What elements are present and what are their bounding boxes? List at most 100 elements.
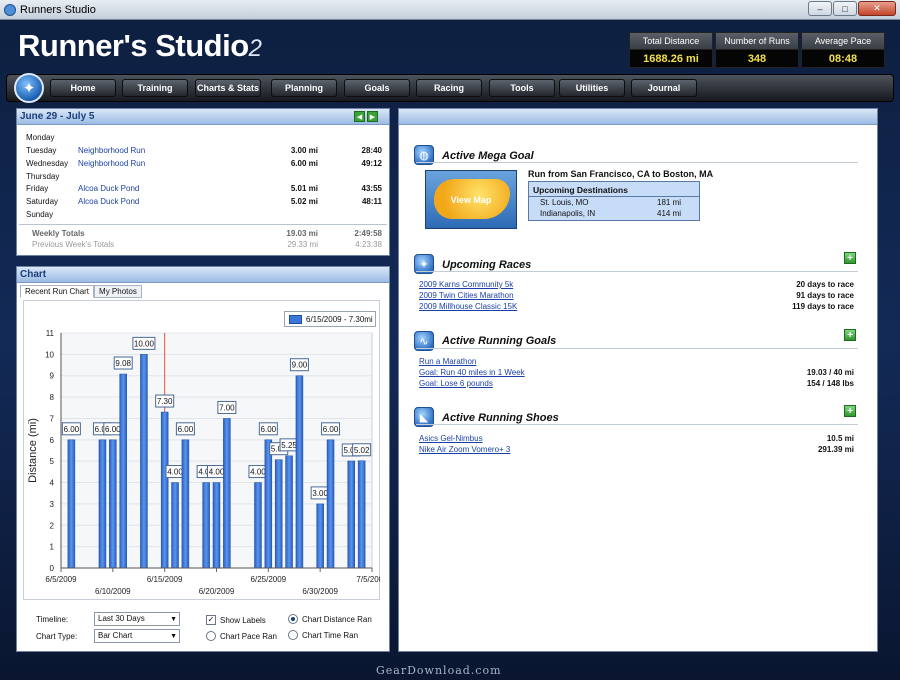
run-time: 43:55 (361, 184, 382, 193)
chart-pace-label: Chart Pace Ran (220, 632, 277, 641)
data-label: 6.00 (178, 425, 194, 434)
bar (119, 373, 127, 569)
destinations-divider (529, 196, 699, 197)
bar (171, 482, 179, 569)
goal-link[interactable]: Run a Marathon (419, 357, 476, 366)
data-label: 6.00 (64, 425, 80, 434)
x-tick-label: 6/30/2009 (302, 587, 338, 596)
data-label: 7.30 (157, 397, 173, 406)
add-race-button[interactable]: + (844, 252, 856, 264)
window-titlebar: Runners Studio – □ ✕ (0, 0, 900, 20)
x-tick-label: 6/5/2009 (45, 575, 77, 584)
y-tick-label: 5 (50, 457, 55, 466)
next-week-arrow-icon[interactable]: ▶ (367, 111, 378, 122)
nav-home[interactable]: Home (50, 79, 116, 97)
data-label: 9.00 (292, 361, 308, 370)
chart-tabs: Recent Run Chart My Photos (20, 285, 142, 298)
run-distance: 5.01 mi (290, 184, 318, 193)
destinations-title: Upcoming Destinations (533, 185, 628, 195)
shoe-link[interactable]: Asics Gel-Nimbus (419, 434, 483, 443)
chart-time-radio[interactable] (288, 630, 298, 640)
chart-distance-radio[interactable] (288, 614, 298, 624)
run-link[interactable]: Alcoa Duck Pond (78, 197, 139, 206)
data-label: 5.25 (281, 441, 297, 450)
y-tick-label: 3 (50, 500, 55, 509)
run-distance: 5.02 mi (290, 197, 318, 206)
chart-panel-title: Chart (17, 267, 389, 283)
goal-link[interactable]: Goal: Lose 6 pounds (419, 379, 493, 388)
week-panel: June 29 - July 5 ◀ ▶ Monday Tuesday Neig… (16, 108, 390, 256)
stat-value: 08:48 (801, 50, 885, 68)
totals-divider (19, 224, 387, 225)
run-time: 49:12 (361, 159, 382, 168)
nav-goals[interactable]: Goals (344, 79, 410, 97)
chart-type-select[interactable]: Bar Chart ▼ (94, 629, 180, 643)
nav-planning[interactable]: Planning (271, 79, 337, 97)
race-link[interactable]: 2009 Karns Community 5k (419, 280, 513, 289)
shoe-link[interactable]: Nike Air Zoom Vomero+ 3 (419, 445, 510, 454)
chart-type-value: Bar Chart (98, 631, 133, 640)
y-tick-label: 7 (50, 414, 55, 423)
run-link[interactable]: Neighborhood Run (78, 159, 145, 168)
chart-pace-radio[interactable] (206, 631, 216, 641)
goal-link[interactable]: Goal: Run 40 miles in 1 Week (419, 368, 525, 377)
data-label: 9.08 (115, 359, 131, 368)
timeline-select[interactable]: Last 30 Days ▼ (94, 612, 180, 626)
week-row-tuesday: Tuesday Neighborhood Run 3.00 mi 28:40 (26, 146, 386, 158)
nav-charts-stats[interactable]: Charts & Stats (195, 79, 261, 97)
y-tick-label: 9 (50, 372, 55, 381)
minimize-button[interactable]: – (808, 1, 832, 16)
bar (181, 439, 190, 569)
data-label: 6.00 (105, 425, 121, 434)
chart-legend: 6/15/2009 - 7.30mi (284, 311, 376, 327)
run-time: 48:11 (361, 197, 382, 206)
bar (357, 460, 366, 569)
show-labels-checkbox[interactable]: ✓ (206, 615, 216, 625)
bar (223, 418, 231, 569)
day-name: Sunday (26, 210, 54, 219)
mega-goal-title: Active Mega Goal (442, 150, 534, 162)
bar (295, 375, 304, 569)
stat-value: 348 (715, 50, 799, 68)
prev-week-arrow-icon[interactable]: ◀ (354, 111, 365, 122)
run-link[interactable]: Neighborhood Run (78, 146, 145, 155)
runner-icon[interactable]: ✦ (14, 73, 44, 103)
add-shoe-button[interactable]: + (844, 405, 856, 417)
destination-city: St. Louis, MO (540, 198, 589, 207)
x-tick-label: 6/20/2009 (199, 587, 235, 596)
shoe-mileage: 10.5 mi (826, 434, 854, 443)
chart-type-label: Chart Type: (36, 632, 78, 641)
nav-racing[interactable]: Racing (416, 79, 482, 97)
us-map[interactable]: View Map (425, 170, 517, 229)
race-status: 20 days to race (796, 280, 854, 289)
tab-recent-run-chart[interactable]: Recent Run Chart (20, 285, 95, 298)
chart-time-label: Chart Time Ran (302, 631, 359, 640)
weekly-totals-distance: 19.03 mi (286, 229, 318, 238)
maximize-button[interactable]: □ (833, 1, 857, 16)
nav-tools[interactable]: Tools (489, 79, 555, 97)
nav-journal[interactable]: Journal (631, 79, 697, 97)
close-button[interactable]: ✕ (858, 1, 896, 16)
shoe-mileage: 291.39 mi (817, 445, 854, 454)
nav-utilities[interactable]: Utilities (559, 79, 625, 97)
timeline-value: Last 30 Days (98, 614, 145, 623)
run-link[interactable]: Alcoa Duck Pond (78, 184, 139, 193)
section-divider (416, 271, 858, 272)
race-link[interactable]: 2009 Millhouse Classic 15K (419, 302, 517, 311)
y-axis-label: Distance (mi) (27, 418, 39, 483)
section-divider (416, 348, 858, 349)
week-row-friday: Friday Alcoa Duck Pond 5.01 mi 43:55 (26, 184, 386, 196)
run-time: 28:40 (361, 146, 382, 155)
bar (285, 455, 293, 569)
race-link[interactable]: 2009 Twin Cities Marathon (419, 291, 514, 300)
tab-my-photos[interactable]: My Photos (94, 285, 142, 298)
add-goal-button[interactable]: + (844, 329, 856, 341)
logo-version: 2 (248, 35, 262, 62)
run-distance: 6.00 mi (290, 159, 318, 168)
nav-training[interactable]: Training (122, 79, 188, 97)
goal-status: 154 / 148 lbs (806, 379, 854, 388)
section-divider (416, 162, 858, 163)
stat-label: Average Pace (801, 32, 885, 50)
y-tick-label: 10 (45, 350, 54, 359)
logo-name: Runner's Studio (18, 28, 249, 63)
